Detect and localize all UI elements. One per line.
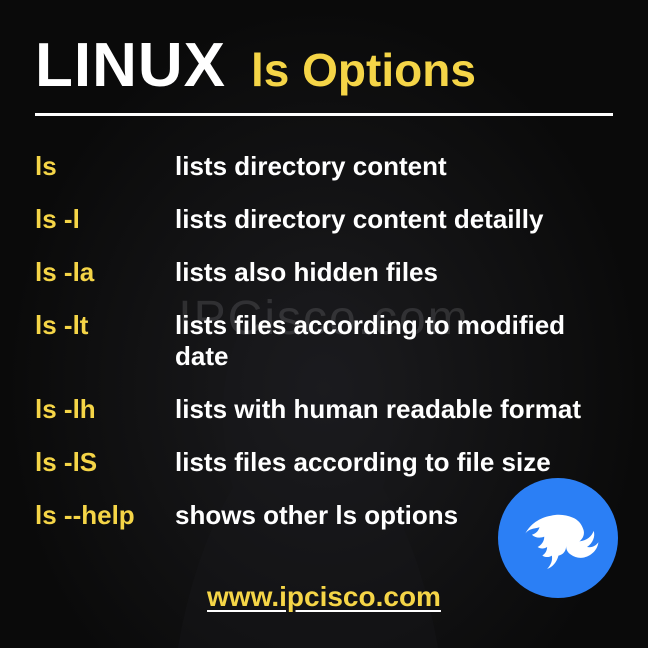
footer-url: www.ipcisco.com [207,581,441,612]
option-description: lists files according to modified date [175,310,613,372]
option-row: ls lists directory content [35,151,613,182]
option-description: lists files according to file size [175,447,551,478]
option-description: lists also hidden files [175,257,438,288]
option-command: ls -lS [35,447,175,478]
option-description: shows other ls options [175,500,458,531]
kali-logo-badge [498,478,618,598]
option-description: lists with human readable format [175,394,581,425]
option-command: ls -lt [35,310,175,341]
option-command: ls [35,151,175,182]
option-row: ls -la lists also hidden files [35,257,613,288]
option-command: ls -l [35,204,175,235]
option-command: ls -la [35,257,175,288]
option-row: ls -lt lists files according to modified… [35,310,613,372]
header: LINUX ls Options [35,30,613,101]
option-row: ls -lh lists with human readable format [35,394,613,425]
header-divider [35,113,613,116]
option-description: lists directory content detailly [175,204,543,235]
option-command: ls -lh [35,394,175,425]
option-command: ls --help [35,500,175,531]
option-description: lists directory content [175,151,447,182]
title-sub: ls Options [251,43,476,97]
kali-dragon-icon [511,491,606,586]
option-row: ls -l lists directory content detailly [35,204,613,235]
option-row: ls -lS lists files according to file siz… [35,447,613,478]
title-main: LINUX [35,30,226,101]
